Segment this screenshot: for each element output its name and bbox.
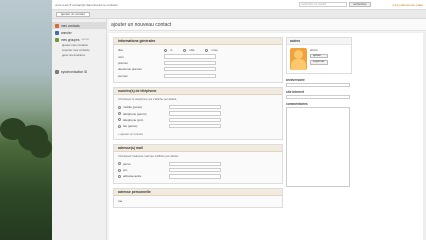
nickname-input[interactable]: [164, 73, 216, 78]
default-radio[interactable]: [118, 105, 121, 109]
top-links[interactable]: mes preferences | aide: [393, 3, 423, 7]
field-label: téléphone (perso): [123, 111, 147, 116]
main-area: ajouter un nouveau contact informations …: [109, 19, 426, 240]
form-content: informations générales titre m mlle mme …: [109, 32, 426, 240]
sidebar-sub-duplicates[interactable]: gérer les doublons: [52, 53, 106, 58]
sidebar-item-label: annuler: [61, 30, 72, 35]
phone-panel: numéro(s) de téléphone Choisissez le tél…: [113, 86, 283, 140]
add-phone-link[interactable]: + ajouter un numéro: [118, 132, 278, 136]
radio-label: mlle: [189, 48, 195, 53]
toolbar: ajouter un contact: [52, 10, 426, 19]
anniversary-label: anniversaire: [286, 78, 305, 82]
radio-label: mme: [211, 48, 218, 53]
avatar: [290, 48, 307, 70]
email-input[interactable]: [169, 174, 221, 179]
phone-row: fax (perso): [118, 123, 278, 129]
comments-label: commentaires: [286, 102, 308, 106]
field-label: surnom: [118, 73, 129, 78]
field-label: adresse autre: [123, 174, 142, 179]
last-name-input[interactable]: [164, 54, 216, 59]
photo-panel: autres photo ajouter supprimer: [286, 37, 352, 74]
default-radio[interactable]: [118, 124, 121, 128]
middle-name-input[interactable]: [164, 67, 216, 72]
field-label: téléphone (pro): [123, 117, 144, 122]
field-label: prénom: [118, 60, 129, 65]
field-label: perso: [123, 161, 131, 166]
delete-photo-button[interactable]: supprimer: [310, 60, 328, 65]
phone-input[interactable]: [169, 124, 221, 129]
groups-icon: [55, 37, 59, 42]
sidebar-item-label: mes groupes: [61, 37, 80, 42]
email-panel: adresse(s) mail Choisissez l'adresse mai…: [113, 143, 283, 184]
right-column: autres photo ajouter supprimer anniversa…: [286, 37, 352, 187]
contacts-icon: [55, 23, 59, 28]
website-label: site Internet: [286, 90, 305, 94]
panel-description: Choisissez le téléphone qui s'affiche pa…: [118, 96, 178, 101]
field-row: rue: [118, 198, 278, 204]
sync-icon: [55, 69, 59, 74]
sidebar: mes contacts annuler mes groupes ajouter…: [52, 19, 107, 240]
tree-shape: [30, 138, 52, 158]
undo-icon: [55, 30, 59, 35]
field-label: mobile (perso): [123, 105, 143, 110]
panel-title: informations générales: [114, 38, 282, 45]
radio-mme[interactable]: [205, 48, 209, 52]
page-title: ajouter un nouveau contact: [109, 19, 426, 31]
email-input[interactable]: [169, 168, 221, 173]
default-radio[interactable]: [118, 118, 121, 122]
sidebar-item-annuler[interactable]: annuler: [52, 29, 106, 36]
general-info-panel: informations générales titre m mlle mme …: [113, 37, 283, 83]
field-label: nom: [118, 54, 124, 59]
sidebar-item-label: synchronisation ID: [61, 69, 88, 74]
search-input[interactable]: rechercher un contact: [299, 2, 348, 7]
comments-textarea[interactable]: [286, 107, 350, 187]
photo-label: photo: [310, 48, 318, 52]
panel-title: autres: [287, 38, 351, 45]
field-label: fax (perso): [123, 124, 138, 129]
add-group-link[interactable]: ajouter: [81, 38, 89, 41]
field-label: rue: [118, 198, 123, 203]
phone-input[interactable]: [169, 111, 221, 116]
anniversary-input[interactable]: [286, 83, 350, 87]
field-label: deuxième prénom: [118, 67, 143, 72]
contacts-info: vous a ete 8 contact(s) dans Evolve le c…: [55, 2, 118, 7]
panel-title: adresse personnelle: [114, 188, 282, 196]
sidebar-item-label: mes contacts: [61, 23, 80, 28]
search-button[interactable]: rechercher: [349, 2, 371, 7]
panel-title: numéro(s) de téléphone: [114, 87, 282, 95]
panel-description: Choisissez l'adresse mail qui s'affiche …: [118, 153, 179, 158]
form-column: informations générales titre m mlle mme …: [113, 37, 283, 212]
desktop-wallpaper: [0, 0, 52, 240]
sidebar-item-contacts[interactable]: mes contacts: [52, 22, 106, 29]
radio-m[interactable]: [164, 48, 167, 52]
default-radio[interactable]: [118, 168, 121, 172]
radio-mlle[interactable]: [183, 48, 187, 52]
default-radio[interactable]: [118, 174, 121, 178]
first-name-input[interactable]: [164, 60, 216, 66]
add-photo-button[interactable]: ajouter: [310, 54, 328, 59]
panel-title: adresse(s) mail: [114, 144, 282, 152]
sidebar-item-groups[interactable]: mes groupes ajouter: [52, 36, 106, 43]
app-window: vous a ete 8 contact(s) dans Evolve le c…: [52, 0, 426, 240]
default-radio[interactable]: [118, 162, 121, 166]
email-row: adresse autre: [118, 173, 278, 179]
field-label: pro: [123, 168, 128, 173]
default-radio[interactable]: [118, 112, 121, 116]
top-bar: vous a ete 8 contact(s) dans Evolve le c…: [52, 0, 426, 10]
website-input[interactable]: [286, 95, 350, 99]
field-row: surnom: [118, 73, 278, 79]
phone-input[interactable]: [169, 117, 221, 123]
phone-input[interactable]: [169, 105, 221, 110]
sidebar-item-sync[interactable]: synchronisation ID: [52, 68, 106, 75]
radio-label: m: [170, 48, 173, 53]
address-panel: adresse personnelle rue: [113, 187, 283, 209]
field-label: titre: [118, 48, 124, 53]
email-input[interactable]: [169, 161, 221, 166]
add-contact-button[interactable]: ajouter un contact: [56, 11, 90, 17]
